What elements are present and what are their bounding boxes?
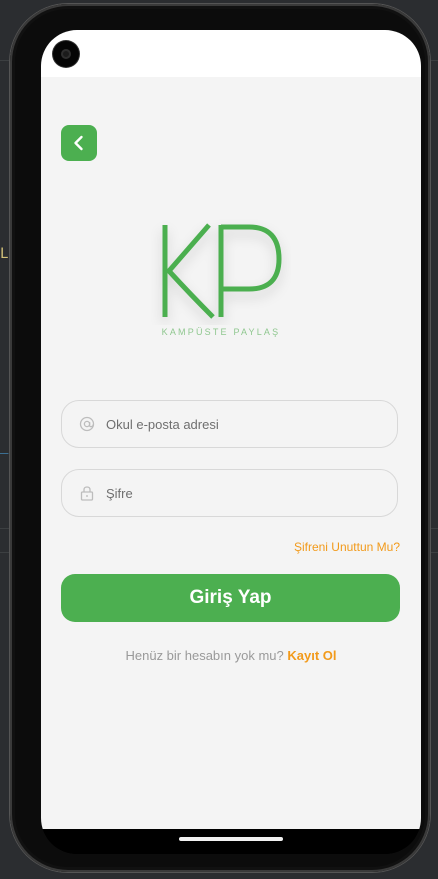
- password-input[interactable]: [106, 485, 366, 501]
- home-indicator[interactable]: [179, 837, 283, 841]
- app-logo: KAMPÜSTE PAYLAŞ: [151, 207, 291, 347]
- phone-frame: KAMPÜSTE PAYLAŞ Okul e-posta adresi Şifr…: [10, 4, 430, 872]
- login-screen: KAMPÜSTE PAYLAŞ Okul e-posta adresi Şifr…: [41, 77, 421, 829]
- chevron-left-icon: [74, 135, 83, 151]
- at-icon: [78, 415, 96, 433]
- back-button[interactable]: [61, 125, 97, 161]
- forgot-password-link[interactable]: Şifreni Unuttun Mu?: [294, 540, 400, 554]
- password-field[interactable]: [61, 469, 398, 517]
- login-button[interactable]: Giriş Yap: [61, 574, 400, 622]
- signup-prompt-row: Henüz bir hesabın yok mu? Kayıt Ol: [41, 648, 421, 663]
- email-input[interactable]: [106, 416, 366, 432]
- lock-icon: [78, 484, 96, 502]
- phone-screen: KAMPÜSTE PAYLAŞ Okul e-posta adresi Şifr…: [41, 30, 421, 854]
- signup-link[interactable]: Kayıt Ol: [287, 648, 336, 663]
- status-bar: [41, 30, 421, 77]
- front-camera: [53, 41, 79, 67]
- email-field[interactable]: [61, 400, 398, 448]
- signup-prompt-text: Henüz bir hesabın yok mu?: [125, 648, 284, 663]
- navigation-bar: [41, 829, 421, 854]
- logo-tagline: KAMPÜSTE PAYLAŞ: [161, 327, 281, 337]
- kp-logo-mark: [162, 223, 282, 319]
